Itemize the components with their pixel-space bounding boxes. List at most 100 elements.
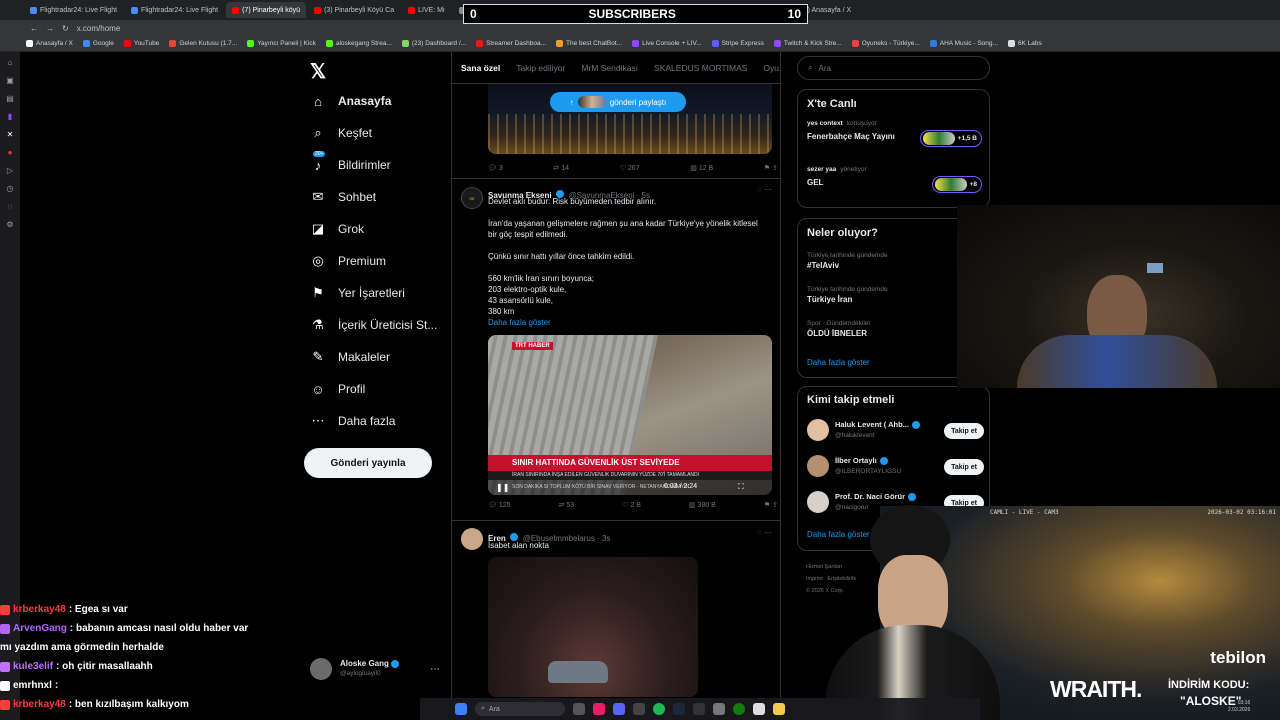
bookmark-item[interactable]: The best ChatBot... — [556, 40, 622, 47]
x-logo-icon[interactable]: 𝕏 — [310, 59, 326, 84]
sidebar-home-icon[interactable]: ⌂ — [8, 58, 13, 67]
chat-username[interactable]: emrhnxl — [13, 680, 52, 691]
views-action[interactable]: ▥ 12 B — [690, 164, 713, 172]
nav-item-mail[interactable]: ✉ Sohbet — [310, 187, 377, 207]
bookmark-item[interactable]: Twitch & Kick Stre... — [773, 40, 842, 47]
like-action[interactable]: ♡ 267 — [620, 164, 640, 172]
suggestion-name[interactable]: Prof. Dr. Naci Görür — [835, 492, 917, 502]
taskbar-search[interactable]: ⌕ Ara — [475, 702, 565, 716]
back-icon[interactable]: ← — [30, 24, 38, 33]
show-more-link[interactable]: Daha fazla göster — [488, 318, 551, 327]
video-controls[interactable]: ❚❚ SON DAKİKA SI TOPLUM KÖTÜ BİR SINAV V… — [488, 480, 772, 495]
browser-tab[interactable]: Flightradar24: Live Flight — [24, 2, 123, 18]
browser-tab[interactable]: Flightradar24: Live Flight — [125, 2, 224, 18]
browser-tab[interactable]: (3) Pinarbeyli Köyü Ca — [308, 2, 400, 18]
pause-icon[interactable]: ❚❚ — [496, 483, 509, 492]
chat-username[interactable]: kule3elif — [13, 661, 53, 672]
nav-item-search[interactable]: ⌕ Keşfet — [310, 123, 372, 143]
sidebar-record-icon[interactable]: ● — [8, 148, 13, 157]
bookmark-action[interactable]: ⚑ ⇪ — [764, 501, 778, 509]
footer-terms[interactable]: Hizmet Şartları — [806, 561, 856, 573]
sidebar-chat-icon[interactable]: ▣ — [6, 76, 14, 85]
browser-tab[interactable]: (7) Pinarbeyli köyü — [226, 2, 307, 18]
search-input[interactable]: ⌕ Ara — [797, 56, 990, 80]
views-action[interactable]: ▥ 380 B — [689, 501, 716, 509]
follow-button[interactable]: Takip et — [944, 459, 984, 475]
taskview-icon[interactable] — [573, 703, 585, 715]
nav-item-home[interactable]: ⌂ Anasayfa — [310, 91, 391, 111]
avatar[interactable]: SE — [461, 187, 483, 209]
chat-username[interactable]: krberkay48 — [13, 699, 66, 710]
suggestion-name[interactable]: Haluk Levent ( Ahb... — [835, 420, 920, 430]
avatar[interactable] — [807, 455, 829, 477]
bookmark-item[interactable]: Gelen Kutusu (1.7... — [169, 40, 237, 47]
account-switcher[interactable]: Aloske Gang @aylogluayil0 ⋯ — [310, 658, 440, 680]
feed-tab[interactable]: Takip ediliyor — [516, 63, 565, 73]
tweet[interactable]: ↑ gönderi paylaştı 💬︎ 3 ⇄ 14 ♡ 267 ▥ 12 … — [452, 84, 780, 179]
nav-item-premium[interactable]: ◎ Premium — [310, 251, 386, 271]
windows-start-icon[interactable] — [455, 703, 467, 715]
tweet[interactable]: Eren @Ebuselmmbelarus · 3s ◌ ⋯ İsabet al… — [452, 521, 780, 720]
bookmark-item[interactable]: Anasayfa / X — [26, 40, 73, 47]
reload-icon[interactable]: ↻ — [62, 24, 69, 33]
bookmark-item[interactable]: (23) Dashboard /... — [401, 40, 466, 47]
trends-more-link[interactable]: Daha fazla göster — [807, 358, 870, 367]
xbox-icon[interactable] — [733, 703, 745, 715]
more-icon[interactable]: ⋯ — [430, 664, 440, 675]
nav-item-article[interactable]: ✎ Makaleler — [310, 347, 390, 367]
fullscreen-icon[interactable]: ⛶ — [738, 482, 744, 492]
follow-button[interactable]: Takip et — [944, 423, 984, 439]
feed-tab[interactable]: Oyu — [763, 63, 779, 73]
grok-more-icon[interactable]: ◌ ⋯ — [757, 185, 772, 194]
feed-tab[interactable]: Sana özel — [461, 63, 500, 73]
bookmark-item[interactable]: Google — [82, 40, 114, 47]
bookmark-item[interactable]: Streamer Dashboa... — [476, 40, 546, 47]
spotify-icon[interactable] — [653, 703, 665, 715]
chat-username[interactable]: krberkay48 — [13, 604, 66, 615]
bookmark-item[interactable]: Stripe Express — [711, 40, 764, 47]
system-clock[interactable]: 03:16 2.03.2026 — [1228, 700, 1250, 714]
bookmark-item[interactable]: Live Console + LIV... — [632, 40, 702, 47]
app-icon[interactable] — [593, 703, 605, 715]
trend-item[interactable]: Türkiye tarihinde gündemde #TelAviv — [807, 252, 982, 270]
folder-icon[interactable] — [773, 703, 785, 715]
trend-item[interactable]: Spor · Gündemdekiler ÖLDÜ İBNELER — [807, 320, 982, 338]
epic-icon[interactable] — [693, 703, 705, 715]
retweet-action[interactable]: ⇄ 14 — [553, 164, 569, 172]
suggestion-name[interactable]: İlber Ortaylı — [835, 456, 888, 466]
nav-item-bookmark[interactable]: ⚑ Yer İşaretleri — [310, 283, 405, 303]
like-action[interactable]: ♡ 2 B — [622, 501, 641, 509]
app-icon[interactable] — [633, 703, 645, 715]
reply-action[interactable]: 💬︎ 125 — [488, 501, 511, 509]
bookmark-item[interactable]: Oyuneks - Türkiye... — [851, 40, 920, 47]
sidebar-msg-icon[interactable]: ◌ — [8, 202, 13, 211]
bookmark-item[interactable]: YouTube — [123, 40, 159, 47]
footer-accessibility[interactable]: Erişilebilirlik — [827, 576, 856, 582]
sidebar-x-icon[interactable]: ✕ — [7, 130, 14, 139]
footer-imprint[interactable]: Imprint — [806, 576, 823, 582]
bookmark-item[interactable]: Yayıncı Paneli | Kick — [247, 40, 316, 47]
tweet-video[interactable]: TRT HABER SINIR HATTINDA GÜVENLİK ÜST SE… — [488, 335, 772, 495]
tweet[interactable]: SE Savunma Ekseni @SavunmaEkseni · 5s ◌ … — [452, 179, 780, 521]
nav-item-profile[interactable]: ☺ Profil — [310, 379, 365, 399]
bookmark-item[interactable]: AHA Music - Song... — [929, 40, 998, 47]
tweet-image[interactable] — [488, 557, 698, 697]
feed-tab[interactable]: MrM Sendikası — [581, 63, 638, 73]
bookmark-action[interactable]: ⚑ ⇪ — [764, 164, 778, 172]
bookmark-item[interactable]: 6K Labs — [1007, 40, 1042, 47]
sidebar-list-icon[interactable]: ▤ — [6, 94, 14, 103]
live-space-item[interactable]: sezer yaa yönetiyor GEL +8 — [807, 166, 982, 206]
nav-item-more[interactable]: ⋯ Daha fazla — [310, 411, 396, 431]
steam-icon[interactable] — [673, 703, 685, 715]
avatar[interactable] — [807, 419, 829, 441]
feed-tab[interactable]: SKALEDUS MORTIMAS — [654, 63, 747, 73]
sidebar-clock-icon[interactable]: ◷ — [7, 184, 14, 193]
reply-action[interactable]: 💬︎ 3 — [488, 164, 503, 172]
avatar[interactable] — [461, 528, 483, 550]
discord-icon[interactable] — [613, 703, 625, 715]
live-space-item[interactable]: yes context konuşuyor Fenerbahçe Maç Yayın… — [807, 120, 982, 160]
chat-username[interactable]: ArvenGang — [13, 623, 67, 634]
forward-icon[interactable]: → — [46, 24, 54, 33]
browser-tab[interactable]: LIVE: Mi — [402, 2, 450, 18]
app-icon[interactable] — [753, 703, 765, 715]
